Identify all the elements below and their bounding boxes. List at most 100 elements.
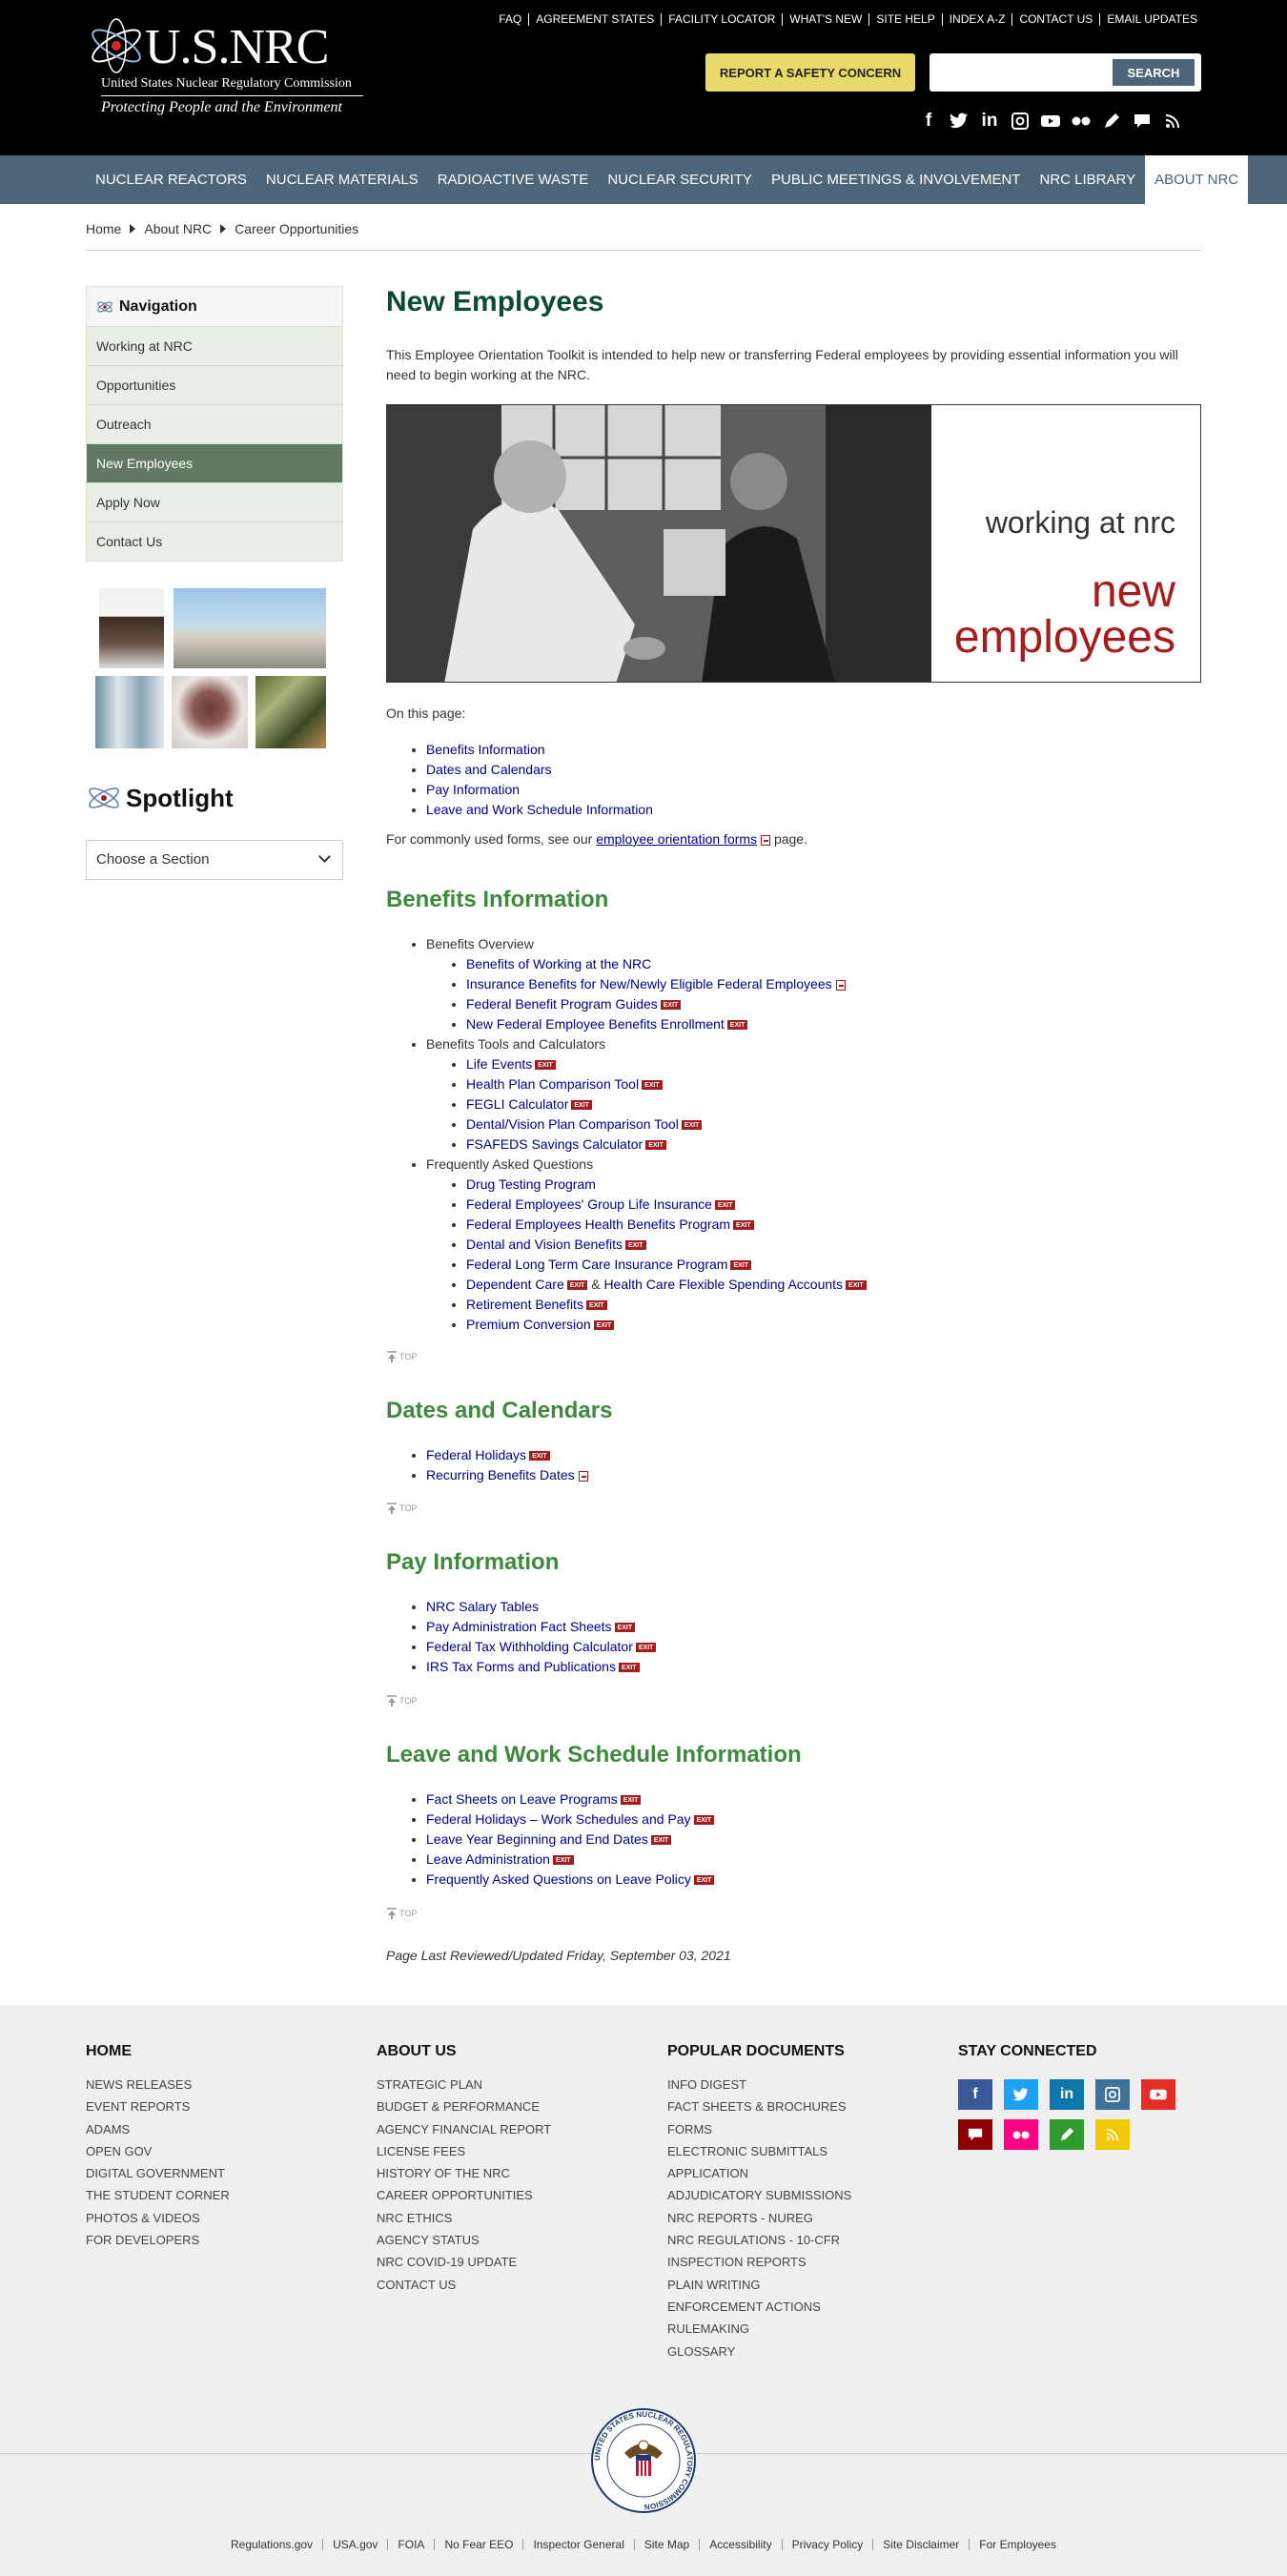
footer-link[interactable]: FACT SHEETS & BROCHURES	[667, 2096, 851, 2117]
leave-link[interactable]: Federal Holidays – Work Schedules and Pa…	[426, 1811, 691, 1827]
breadcrumb-home[interactable]: Home	[86, 221, 121, 236]
footer-link[interactable]: OPEN GOV	[86, 2140, 230, 2162]
faq-link[interactable]: Retirement Benefits	[466, 1297, 583, 1312]
nav-public-meetings[interactable]: PUBLIC MEETINGS & INVOLVEMENT	[762, 155, 1030, 204]
back-to-top-link[interactable]: TOP	[386, 1695, 417, 1707]
back-to-top-link[interactable]: TOP	[386, 1908, 417, 1919]
toc-link[interactable]: Leave and Work Schedule Information	[426, 802, 653, 817]
leave-link[interactable]: Leave Year Beginning and End Dates	[426, 1831, 648, 1847]
util-link-index[interactable]: INDEX A-Z	[943, 13, 1013, 26]
twitter-icon[interactable]	[944, 110, 974, 133]
bottom-link[interactable]: Site Disclaimer	[873, 2539, 970, 2550]
toc-link[interactable]: Pay Information	[426, 782, 520, 797]
footer-heading[interactable]: HOME	[86, 2043, 230, 2060]
youtube-icon[interactable]	[1141, 2079, 1175, 2110]
bottom-link[interactable]: USA.gov	[323, 2539, 389, 2550]
comment-icon[interactable]	[958, 2119, 992, 2150]
rss-icon[interactable]	[1095, 2119, 1130, 2150]
facebook-icon[interactable]: f	[958, 2079, 992, 2110]
back-to-top-link[interactable]: TOP	[386, 1503, 417, 1514]
benefit-link[interactable]: Dental/Vision Plan Comparison Tool	[466, 1116, 679, 1132]
footer-link[interactable]: CONTACT US	[377, 2274, 551, 2296]
nav-radioactive-waste[interactable]: RADIOACTIVE WASTE	[428, 155, 599, 204]
faq-link[interactable]: Federal Employees' Group Life Insurance	[466, 1196, 712, 1212]
footer-link[interactable]: PHOTOS & VIDEOS	[86, 2207, 230, 2229]
util-link-facility-locator[interactable]: FACILITY LOCATOR	[662, 13, 784, 26]
sidebar-item-apply-now[interactable]: Apply Now	[87, 482, 342, 521]
bottom-link[interactable]: For Employees	[970, 2539, 1066, 2550]
bottom-link[interactable]: Site Map	[635, 2539, 701, 2550]
rss-icon[interactable]	[1157, 110, 1188, 133]
util-link-contact-us[interactable]: CONTACT US	[1012, 13, 1101, 26]
instagram-icon[interactable]	[1095, 2079, 1130, 2110]
bottom-link[interactable]: No Fear EEO	[435, 2539, 524, 2550]
twitter-icon[interactable]	[1004, 2079, 1038, 2110]
footer-link[interactable]: AGENCY STATUS	[377, 2229, 551, 2251]
faq-link[interactable]: Health Care Flexible Spending Accounts	[603, 1277, 843, 1292]
dates-link[interactable]: Recurring Benefits Dates	[426, 1467, 575, 1482]
youtube-icon[interactable]	[1035, 110, 1066, 133]
faq-link[interactable]: Federal Employees Health Benefits Progra…	[466, 1216, 730, 1232]
footer-link[interactable]: PLAIN WRITING	[667, 2274, 851, 2296]
util-link-site-help[interactable]: SITE HELP	[869, 13, 943, 26]
faq-link[interactable]: Dental and Vision Benefits	[466, 1237, 623, 1252]
sidebar-item-outreach[interactable]: Outreach	[87, 404, 342, 443]
footer-link[interactable]: RULEMAKING	[667, 2318, 851, 2340]
footer-link[interactable]: FOR DEVELOPERS	[86, 2229, 230, 2251]
leave-link[interactable]: Fact Sheets on Leave Programs	[426, 1791, 618, 1807]
util-link-faq[interactable]: FAQ	[492, 13, 530, 26]
footer-link[interactable]: NRC COVID-19 UPDATE	[377, 2251, 551, 2273]
orientation-forms-link[interactable]: employee orientation forms	[596, 831, 757, 847]
footer-link[interactable]: NRC REGULATIONS - 10-CFR	[667, 2229, 851, 2251]
nav-about-nrc[interactable]: ABOUT NRC	[1145, 155, 1249, 204]
linkedin-icon[interactable]: in	[1050, 2079, 1084, 2110]
sidebar-item-new-employees[interactable]: New Employees	[87, 443, 342, 482]
pay-link[interactable]: NRC Salary Tables	[426, 1599, 539, 1614]
search-button[interactable]: SEARCH	[1113, 59, 1195, 86]
footer-heading[interactable]: POPULAR DOCUMENTS	[667, 2043, 851, 2060]
footer-link[interactable]: GLOSSARY	[667, 2341, 851, 2362]
faq-link[interactable]: Dependent Care	[466, 1277, 564, 1292]
pencil-icon[interactable]	[1096, 110, 1127, 133]
pencil-icon[interactable]	[1050, 2119, 1084, 2150]
benefit-link[interactable]: Health Plan Comparison Tool	[466, 1076, 639, 1092]
bottom-link[interactable]: Privacy Policy	[783, 2539, 874, 2550]
footer-link[interactable]: BUDGET & PERFORMANCE	[377, 2096, 551, 2117]
pay-link[interactable]: Federal Tax Withholding Calculator	[426, 1639, 633, 1654]
nrc-logo[interactable]: U.S.NRC United States Nuclear Regulatory…	[84, 17, 370, 117]
util-link-whats-new[interactable]: WHAT'S NEW	[783, 13, 870, 26]
footer-link[interactable]: EVENT REPORTS	[86, 2096, 230, 2117]
sidebar-item-working-at-nrc[interactable]: Working at NRC	[87, 326, 342, 365]
sidebar-item-opportunities[interactable]: Opportunities	[87, 365, 342, 404]
bottom-link[interactable]: Inspector General	[523, 2539, 635, 2550]
benefit-link[interactable]: New Federal Employee Benefits Enrollment	[466, 1016, 725, 1032]
benefit-link[interactable]: Federal Benefit Program Guides	[466, 996, 658, 1012]
footer-link[interactable]: HISTORY OF THE NRC	[377, 2162, 551, 2184]
breadcrumb-about-nrc[interactable]: About NRC	[144, 221, 212, 236]
footer-link[interactable]: CAREER OPPORTUNITIES	[377, 2184, 551, 2206]
facebook-icon[interactable]: f	[913, 110, 944, 133]
footer-link[interactable]: LICENSE FEES	[377, 2140, 551, 2162]
faq-link[interactable]: Federal Long Term Care Insurance Program	[466, 1257, 727, 1272]
util-link-email-updates[interactable]: EMAIL UPDATES	[1100, 13, 1197, 26]
search-input[interactable]	[933, 57, 1105, 88]
bottom-link[interactable]: Regulations.gov	[221, 2539, 324, 2550]
pay-link[interactable]: IRS Tax Forms and Publications	[426, 1659, 616, 1674]
footer-link[interactable]: DIGITAL GOVERNMENT	[86, 2162, 230, 2184]
footer-link[interactable]: ADJUDICATORY SUBMISSIONS	[667, 2184, 851, 2206]
toc-link[interactable]: Dates and Calendars	[426, 762, 552, 777]
footer-link[interactable]: NEWS RELEASES	[86, 2074, 230, 2096]
footer-link[interactable]: NRC REPORTS - NUREG	[667, 2207, 851, 2229]
instagram-icon[interactable]	[1005, 110, 1035, 133]
benefit-link[interactable]: Insurance Benefits for New/Newly Eligibl…	[466, 976, 832, 992]
footer-link[interactable]: ELECTRONIC SUBMITTALS	[667, 2140, 851, 2162]
report-safety-concern-button[interactable]: REPORT A SAFETY CONCERN	[705, 53, 915, 92]
footer-link[interactable]: NRC ETHICS	[377, 2207, 551, 2229]
bottom-link[interactable]: Accessibility	[700, 2539, 783, 2550]
faq-link[interactable]: Drug Testing Program	[466, 1176, 596, 1192]
linkedin-icon[interactable]: in	[974, 110, 1005, 133]
footer-heading[interactable]: ABOUT US	[377, 2043, 551, 2060]
nav-nuclear-reactors[interactable]: NUCLEAR REACTORS	[86, 155, 256, 204]
benefit-link[interactable]: FSAFEDS Savings Calculator	[466, 1136, 643, 1152]
toc-link[interactable]: Benefits Information	[426, 742, 545, 757]
